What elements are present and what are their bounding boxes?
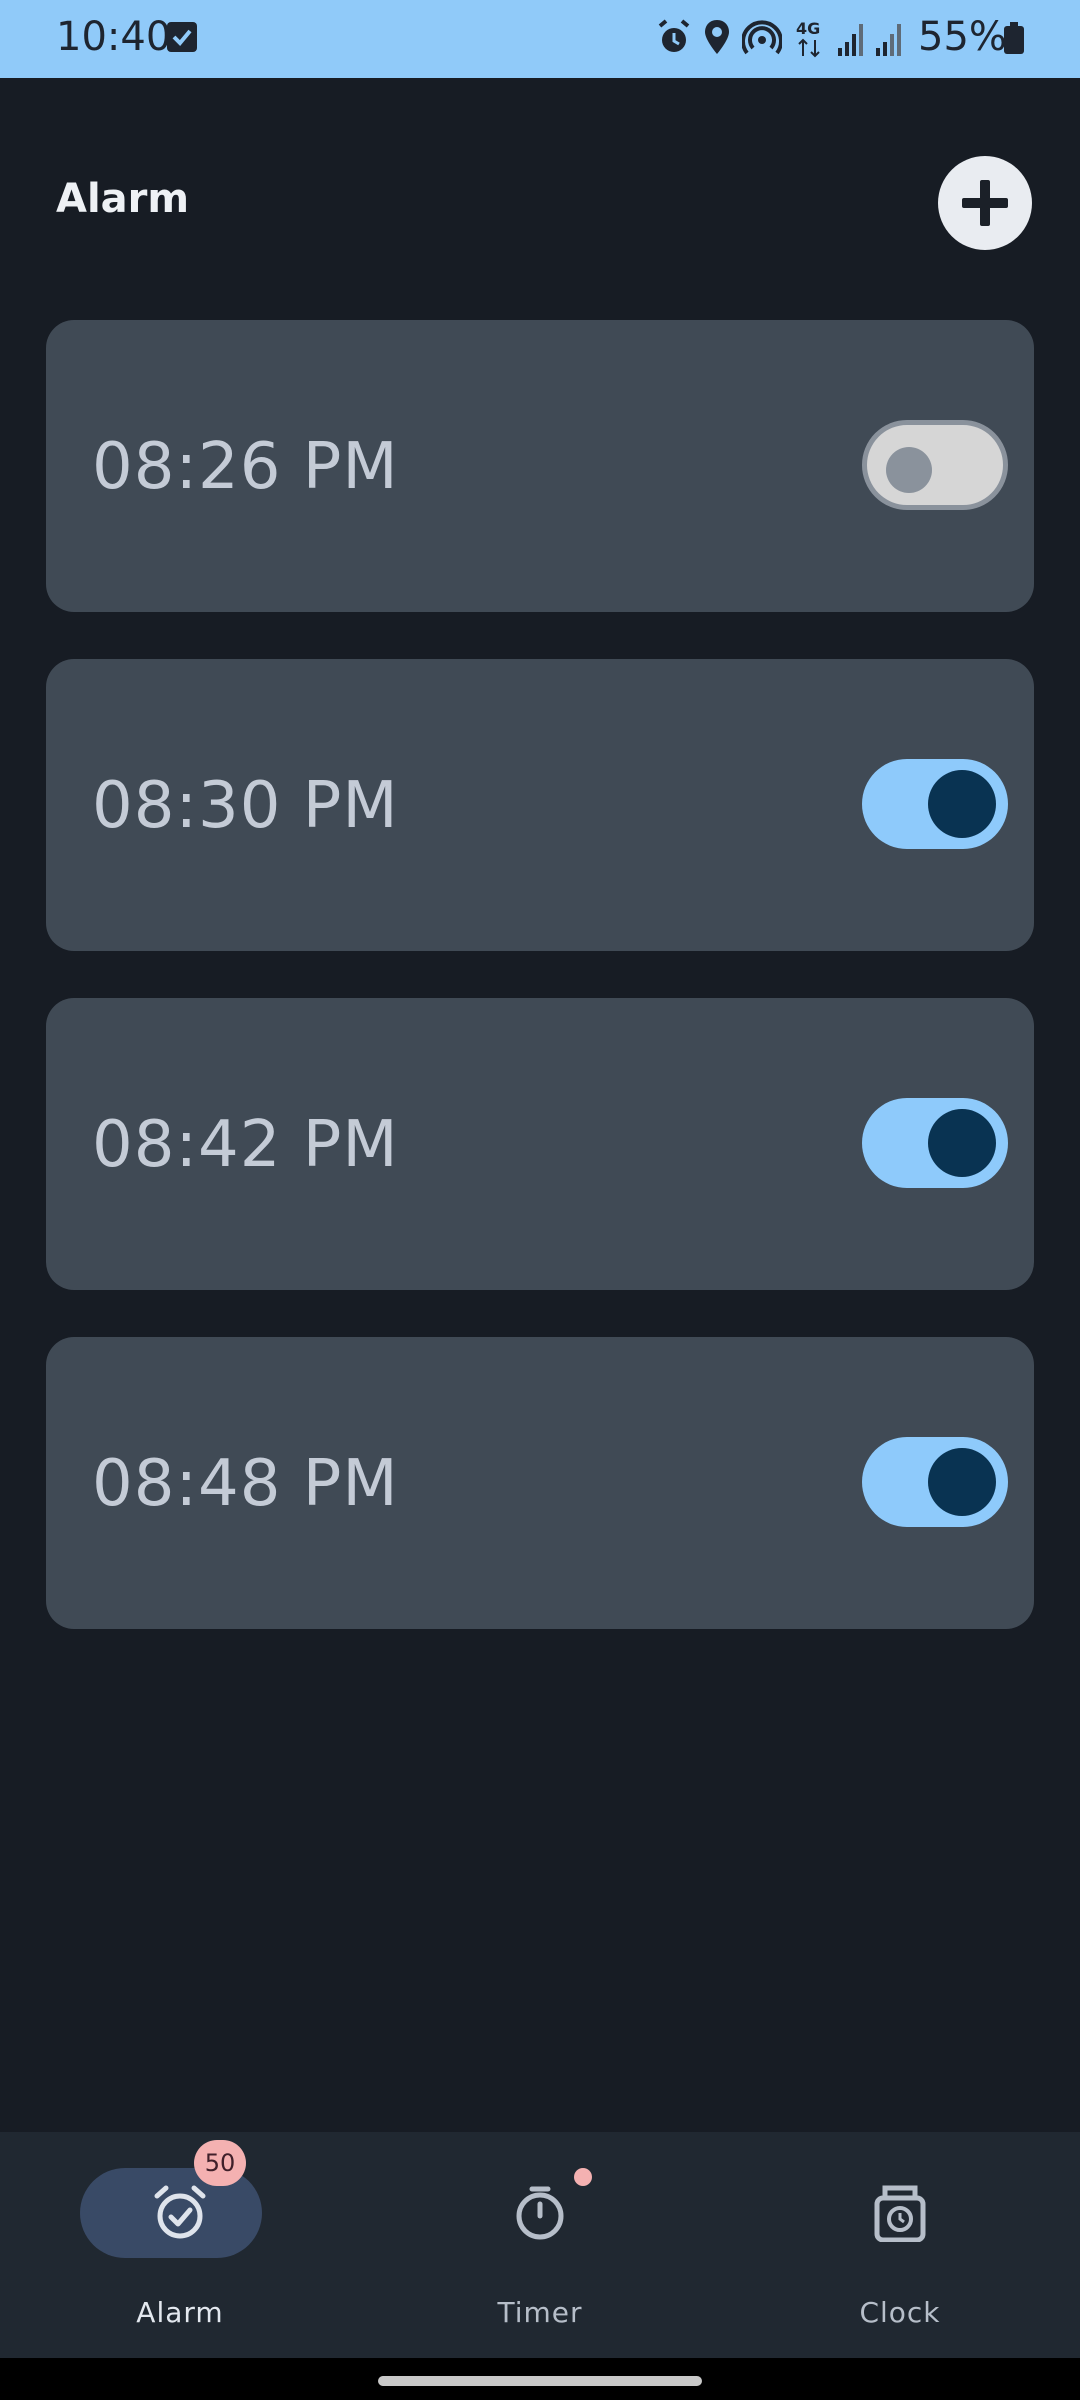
nav-item-alarm[interactable]: 50 Alarm — [0, 2132, 360, 2358]
alarm-card[interactable]: 08:30 PM — [46, 659, 1034, 951]
clock-icon — [874, 2185, 926, 2242]
toggle-knob — [886, 447, 932, 493]
alarm-card[interactable]: 08:26 PM — [46, 320, 1034, 612]
status-bar: 10:40 4G 55% — [0, 0, 1080, 78]
signal-icon — [876, 24, 901, 56]
toggle-knob — [928, 1448, 996, 1516]
status-time: 10:40 — [56, 14, 172, 60]
alarm-time: 08:26 PM — [92, 430, 399, 504]
nav-label: Alarm — [136, 2296, 224, 2329]
toggle-knob — [928, 1109, 996, 1177]
alarm-time: 08:30 PM — [92, 769, 399, 843]
checkbox-icon — [167, 22, 197, 52]
nav-label: Clock — [859, 2296, 941, 2329]
battery-percentage: 55% — [918, 14, 1007, 60]
battery-icon — [1004, 22, 1024, 54]
alarm-toggle[interactable] — [862, 1098, 1008, 1188]
nav-item-timer[interactable]: Timer — [360, 2132, 720, 2358]
svg-text:4G: 4G — [796, 19, 820, 38]
stopwatch-icon — [516, 2186, 564, 2240]
signal-icon — [838, 24, 863, 56]
alarm-toggle[interactable] — [862, 759, 1008, 849]
bottom-nav: 50 Alarm Timer Clock — [0, 2132, 1080, 2358]
notification-dot — [574, 2168, 592, 2186]
alarm-toggle[interactable] — [862, 420, 1008, 510]
alarm-time: 08:48 PM — [92, 1447, 399, 1521]
alarm-toggle[interactable] — [862, 1437, 1008, 1527]
location-icon — [705, 20, 729, 54]
alarm-card[interactable]: 08:48 PM — [46, 1337, 1034, 1629]
toggle-knob — [928, 770, 996, 838]
page-title: Alarm — [56, 176, 190, 222]
gesture-area — [0, 2358, 1080, 2400]
nav-label: Timer — [497, 2296, 583, 2329]
add-alarm-button[interactable] — [938, 156, 1032, 250]
alarm-time: 08:42 PM — [92, 1108, 399, 1182]
notification-badge: 50 — [194, 2140, 246, 2186]
nav-item-clock[interactable]: Clock — [720, 2132, 1080, 2358]
alarm-card[interactable]: 08:42 PM — [46, 998, 1034, 1290]
4g-icon: 4G — [796, 19, 820, 58]
hotspot-icon — [742, 20, 782, 55]
alarm-check-icon — [154, 2185, 206, 2239]
home-gesture-bar[interactable] — [378, 2376, 702, 2386]
alarm-icon — [658, 19, 690, 52]
